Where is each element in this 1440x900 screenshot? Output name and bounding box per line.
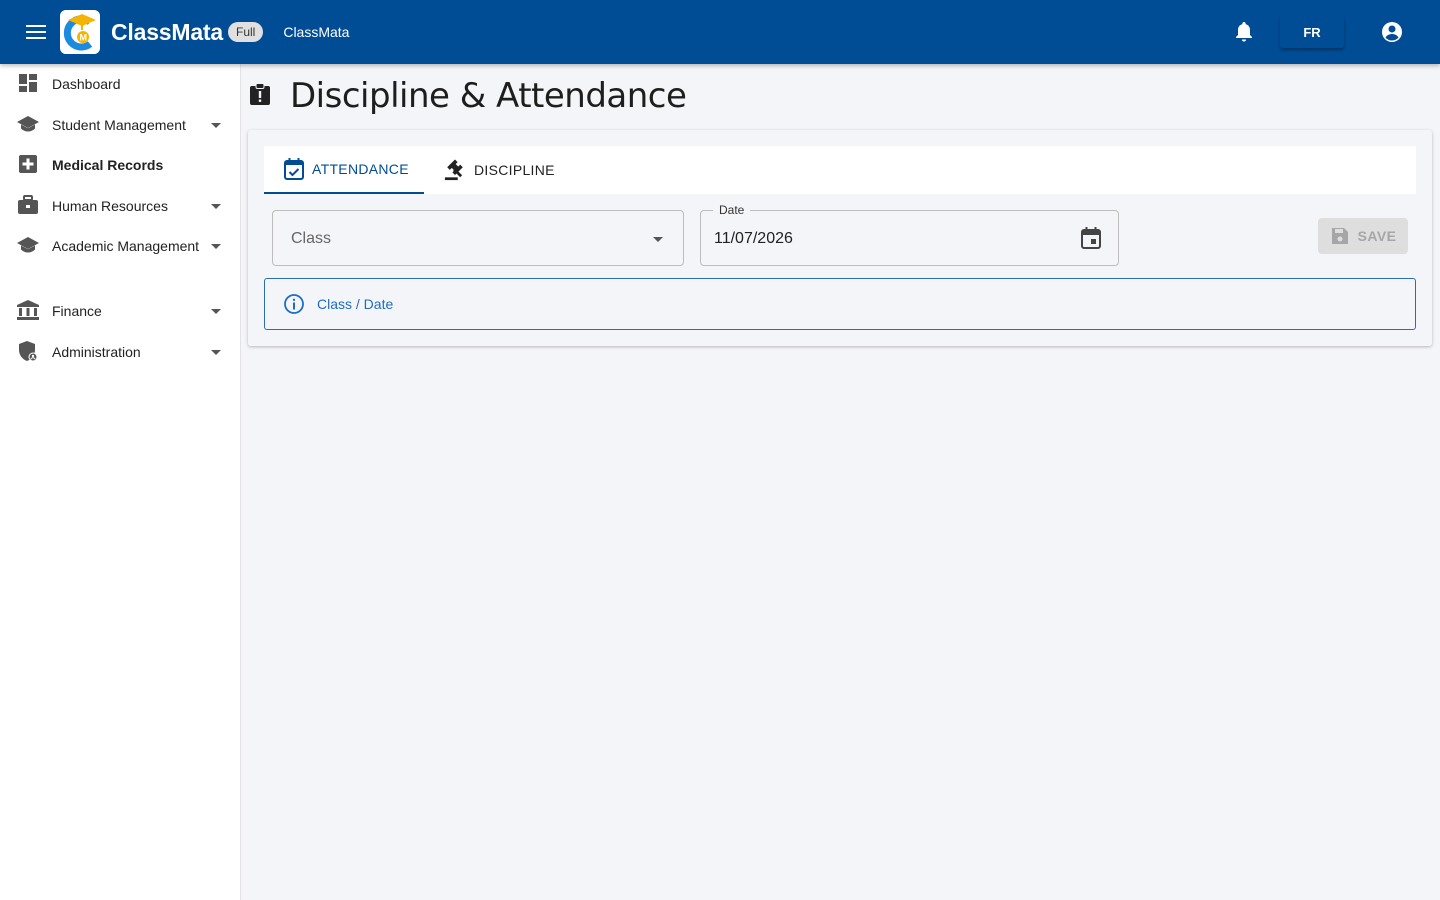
sidebar: Dashboard Student Management Medical Rec… xyxy=(0,64,241,900)
top-app-bar: M ClassMata Full ClassMata FR xyxy=(0,0,1440,64)
sidebar-item-label: Student Management xyxy=(52,117,186,133)
chevron-down-icon xyxy=(211,350,221,355)
tab-attendance[interactable]: ATTENDANCE xyxy=(264,146,424,194)
page-header: Discipline & Attendance xyxy=(250,76,687,116)
chevron-down-icon xyxy=(653,237,663,242)
sidebar-item-academic-management[interactable]: Academic Management xyxy=(0,234,240,259)
account-circle-icon[interactable] xyxy=(1380,20,1404,44)
info-alert-message: Class / Date xyxy=(317,296,394,312)
chevron-down-icon xyxy=(211,244,221,249)
sidebar-item-dashboard[interactable]: Dashboard xyxy=(0,72,240,97)
language-toggle-button[interactable]: FR xyxy=(1280,16,1344,48)
calendar-check-icon xyxy=(284,158,304,180)
date-field-value: 11/07/2026 xyxy=(714,230,793,247)
sidebar-item-human-resources[interactable]: Human Resources xyxy=(0,194,240,219)
sidebar-item-student-management[interactable]: Student Management xyxy=(0,113,240,138)
medical-icon xyxy=(17,153,39,175)
class-select-placeholder: Class xyxy=(291,230,332,247)
bank-icon xyxy=(17,299,39,321)
sidebar-item-label: Medical Records xyxy=(52,157,164,173)
save-button-label: SAVE xyxy=(1357,228,1397,244)
svg-text:M: M xyxy=(80,33,88,43)
tab-label: ATTENDANCE xyxy=(312,161,409,177)
sidebar-item-label: Administration xyxy=(52,344,141,360)
admin-shield-icon xyxy=(17,340,39,362)
chevron-down-icon xyxy=(211,204,221,209)
sidebar-item-label: Academic Management xyxy=(52,238,200,254)
chevron-down-icon xyxy=(211,123,221,128)
attendance-card: ATTENDANCE DISCIPLINE Class Date 11/07/2… xyxy=(248,130,1432,346)
save-button[interactable]: SAVE xyxy=(1318,218,1408,254)
briefcase-icon xyxy=(17,194,39,216)
classmata-logo[interactable]: M xyxy=(60,10,100,54)
sidebar-item-label: Finance xyxy=(52,303,102,319)
info-icon xyxy=(283,293,305,315)
info-alert: Class / Date xyxy=(264,278,1416,330)
sidebar-item-medical-records[interactable]: Medical Records xyxy=(0,153,240,178)
school-icon xyxy=(17,113,39,135)
save-icon xyxy=(1330,226,1350,246)
tab-bar: ATTENDANCE DISCIPLINE xyxy=(264,146,1416,194)
plan-badge: Full xyxy=(227,22,264,42)
date-field[interactable]: Date 11/07/2026 xyxy=(700,203,1119,266)
menu-icon[interactable] xyxy=(18,14,54,50)
sidebar-item-label: Dashboard xyxy=(52,76,121,92)
sidebar-item-finance[interactable]: Finance xyxy=(0,299,240,324)
calendar-icon[interactable] xyxy=(1080,226,1104,250)
sidebar-item-administration[interactable]: Administration xyxy=(0,340,240,365)
dashboard-icon xyxy=(17,72,39,94)
page-title: Discipline & Attendance xyxy=(290,76,687,116)
brand-name: ClassMata xyxy=(111,18,223,45)
class-select[interactable]: Class xyxy=(272,210,684,266)
sidebar-item-label: Human Resources xyxy=(52,198,168,214)
chevron-down-icon xyxy=(211,309,221,314)
clipboard-alert-icon xyxy=(250,82,270,110)
gavel-icon xyxy=(444,159,466,181)
tab-discipline[interactable]: DISCIPLINE xyxy=(424,146,575,194)
school-name: ClassMata xyxy=(283,24,350,40)
date-field-label: Date xyxy=(713,203,751,217)
notifications-bell-icon[interactable] xyxy=(1232,20,1256,44)
tab-label: DISCIPLINE xyxy=(474,162,555,178)
school-icon xyxy=(17,234,39,256)
